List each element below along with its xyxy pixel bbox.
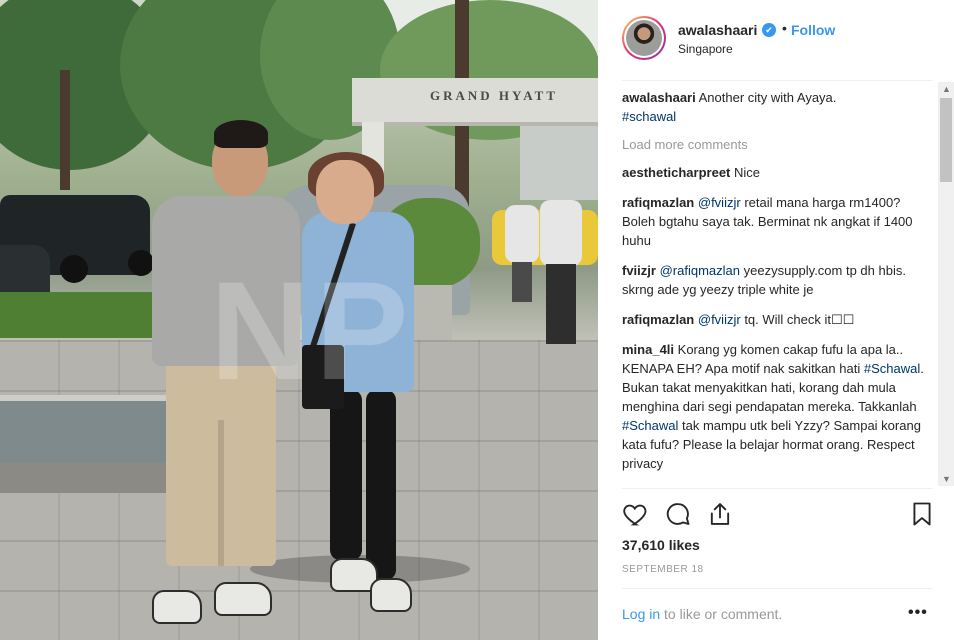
sneaker: [214, 582, 272, 616]
woman-leg: [330, 390, 362, 560]
post-date: SEPTEMBER 18: [622, 564, 704, 575]
more-options-button[interactable]: •••: [908, 604, 928, 622]
post-location[interactable]: Singapore: [678, 42, 733, 56]
woman-head: [316, 160, 374, 224]
background-person-legs: [546, 264, 576, 344]
background-person: [505, 205, 539, 263]
comment: fviizjr @rafiqmazlan yeezysupply.com tp …: [622, 261, 932, 299]
man-hair: [214, 120, 268, 148]
sneaker: [152, 590, 202, 624]
login-prompt-text: to like or comment.: [664, 606, 783, 622]
comment-button[interactable]: [664, 500, 692, 528]
hotel-sign: GRAND HYATT: [430, 88, 558, 103]
comment-username[interactable]: rafiqmazlan: [622, 312, 694, 327]
sneaker: [370, 578, 412, 612]
hashtag[interactable]: #Schawal: [622, 418, 678, 433]
post-panel: awalashaari ✔ • Follow Singapore awalash…: [598, 0, 954, 640]
tree-trunk: [60, 70, 70, 190]
water-feature-base: [0, 463, 176, 493]
comment-icon: [666, 503, 690, 525]
divider: [622, 588, 932, 589]
avatar-ring: [624, 18, 664, 58]
post-header: awalashaari ✔ • Follow Singapore: [598, 0, 954, 80]
avatar[interactable]: [622, 16, 666, 60]
comment-username[interactable]: awalashaari: [622, 90, 696, 105]
post-username[interactable]: awalashaari: [678, 22, 757, 38]
comment: rafiqmazlan @fviizjr retail mana harga r…: [622, 193, 932, 250]
comment-username[interactable]: aestheticharpreet: [622, 165, 730, 180]
share-button[interactable]: [706, 500, 734, 528]
woman-leg: [366, 390, 396, 580]
load-more-comments-button[interactable]: Load more comments: [622, 137, 932, 152]
hashtag[interactable]: #schawal: [622, 109, 676, 124]
comments-scrollbar[interactable]: ▲ ▼: [938, 82, 954, 486]
comment: aestheticharpreet Nice: [622, 163, 932, 182]
divider: [622, 80, 932, 81]
hedge: [0, 292, 170, 338]
background-person-legs: [512, 262, 532, 302]
mention[interactable]: @rafiqmazlan: [660, 263, 740, 278]
divider: [622, 488, 932, 489]
hashtag[interactable]: #Schawal: [864, 361, 920, 376]
caption: awalashaari Another city with Ayaya. #sc…: [622, 88, 932, 126]
login-prompt: Log in to like or comment.: [622, 606, 782, 622]
like-button[interactable]: [622, 500, 650, 528]
wheel: [60, 255, 88, 283]
comment-text: Another city with Ayaya.: [698, 90, 837, 105]
heart-icon: [623, 504, 647, 526]
comments-list[interactable]: awalashaari Another city with Ayaya. #sc…: [622, 88, 932, 488]
comment-text: tq. Will check it☐☐: [744, 312, 855, 327]
comment-text: Nice: [734, 165, 761, 180]
login-link[interactable]: Log in: [622, 606, 660, 622]
follow-button[interactable]: Follow: [791, 22, 835, 38]
comment-username[interactable]: mina_4li: [622, 342, 674, 357]
comment-username[interactable]: fviizjr: [622, 263, 656, 278]
comment-username[interactable]: rafiqmazlan: [622, 195, 694, 210]
comment: mina_4li Korang yg komen cakap fufu la a…: [622, 340, 932, 473]
share-icon: [710, 503, 730, 525]
avatar-image: [626, 20, 662, 56]
mention[interactable]: @fviizjr: [698, 195, 741, 210]
scroll-up-icon[interactable]: ▲: [942, 84, 951, 94]
verified-icon: ✔: [762, 23, 776, 37]
separator-dot: •: [782, 20, 787, 36]
post-photo: GRAND HYATT NP: [0, 0, 598, 640]
bookmark-icon: [913, 502, 931, 526]
building: [520, 120, 598, 200]
save-button[interactable]: [908, 500, 936, 528]
watermark: NP: [210, 252, 413, 409]
man-pants-fold: [218, 420, 224, 566]
likes-count[interactable]: 37,610 likes: [622, 537, 700, 553]
mention[interactable]: @fviizjr: [698, 312, 741, 327]
scroll-down-icon[interactable]: ▼: [942, 474, 951, 484]
water-feature: [0, 395, 176, 469]
comment: rafiqmazlan @fviizjr tq. Will check it☐☐: [622, 310, 932, 329]
wheel: [128, 250, 154, 276]
background-person: [540, 200, 582, 266]
scrollbar-thumb[interactable]: [940, 98, 952, 182]
